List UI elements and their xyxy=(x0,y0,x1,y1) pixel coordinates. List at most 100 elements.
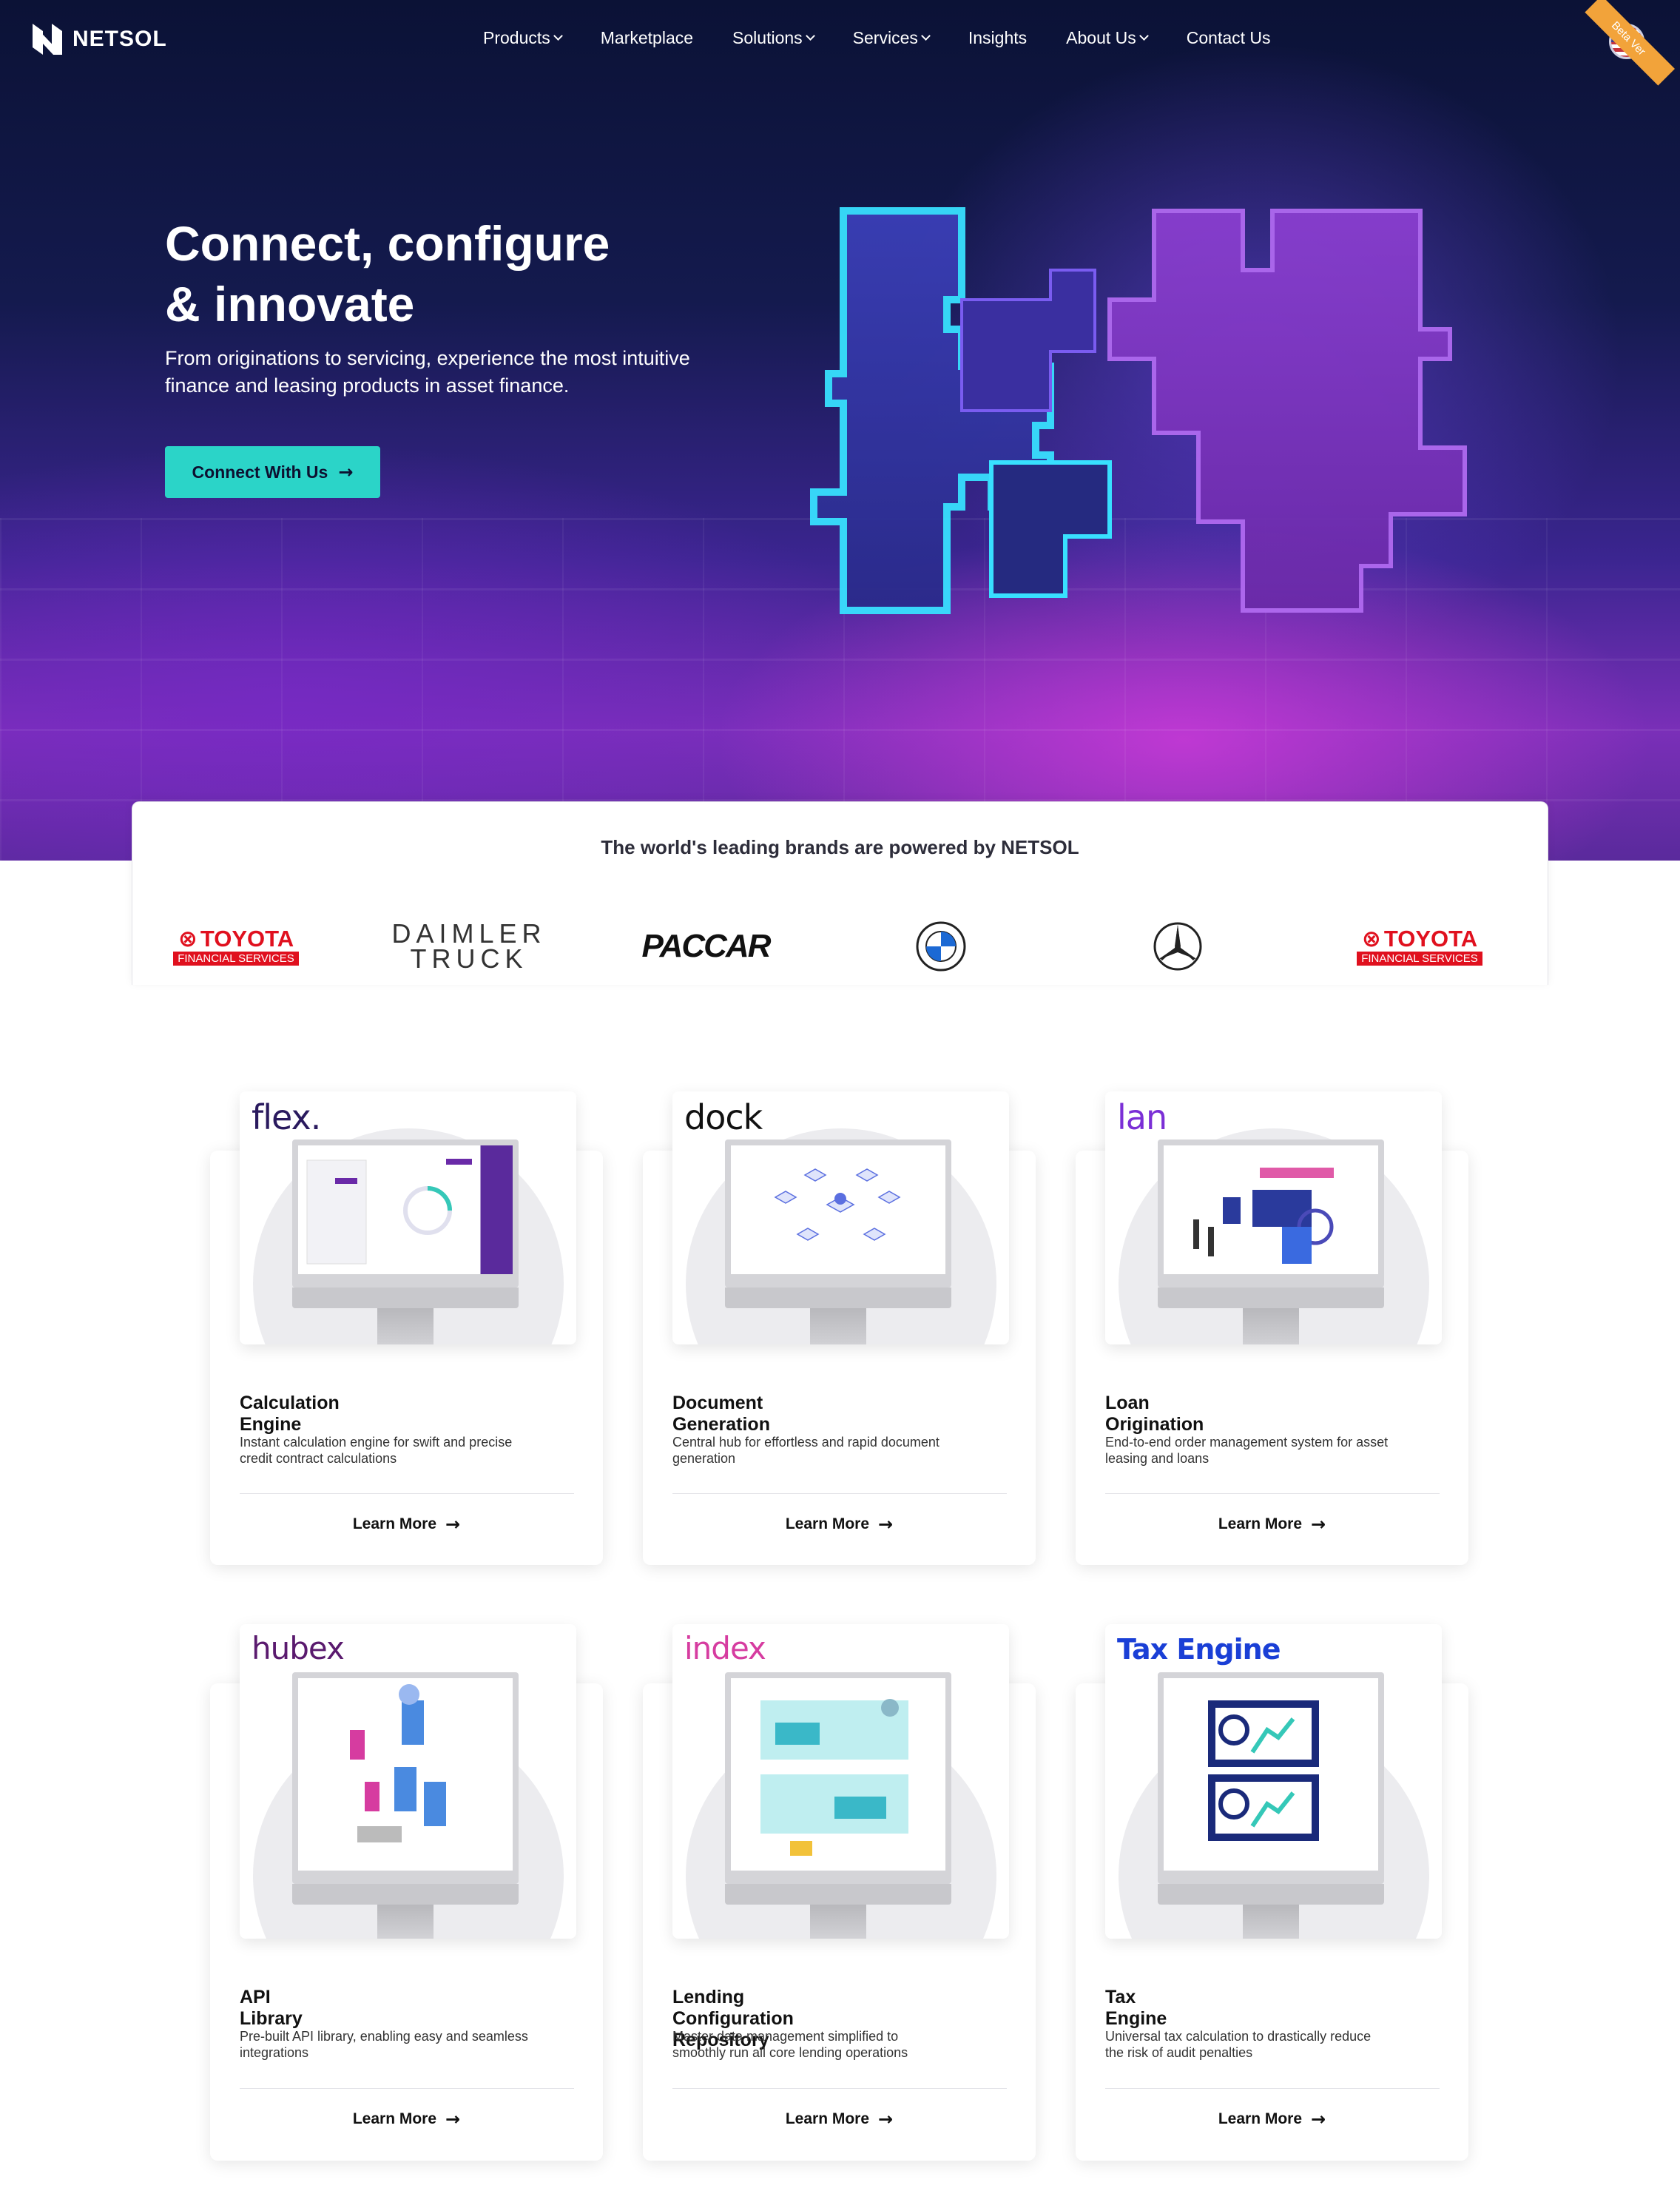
product-description: Central hub for effortless and rapid doc… xyxy=(672,1434,1009,1467)
desc-line: the risk of audit penalties xyxy=(1105,2045,1253,2060)
product-screenshot: hubex xyxy=(240,1624,576,1939)
monitor-chin xyxy=(725,1884,951,1905)
brands-title: The world's leading brands are powered b… xyxy=(601,836,1079,858)
toyota-logo: ⊗ TOYOTA FINANCIAL SERVICES xyxy=(169,920,303,972)
bmw-emblem-icon xyxy=(916,921,966,972)
learn-more-link[interactable]: Learn More → xyxy=(643,2109,1036,2130)
hero-title-line: Connect, configure xyxy=(165,216,610,271)
calculator-ui-illustration xyxy=(306,1159,472,1265)
monitor-screen xyxy=(298,1678,513,1871)
product-screenshot: flex. xyxy=(240,1091,576,1344)
monitor-stand xyxy=(810,1308,866,1344)
chevron-down-icon xyxy=(553,31,563,41)
menu-item-contact-us[interactable]: Contact Us xyxy=(1187,28,1271,48)
product-screenshot: dock xyxy=(672,1091,1009,1344)
learn-more-link[interactable]: Learn More → xyxy=(1076,2109,1468,2130)
desc-line: credit contract calculations xyxy=(240,1451,397,1466)
desc-line: integrations xyxy=(240,2045,309,2060)
learn-more-label: Learn More xyxy=(352,1515,437,1532)
arrow-right-icon: → xyxy=(1311,2109,1326,2130)
monitor-icon xyxy=(725,1140,951,1287)
monitor-icon xyxy=(292,1672,519,1884)
index-brand-logo: index xyxy=(684,1630,766,1666)
learn-more-link[interactable]: Learn More → xyxy=(210,1514,603,1535)
monitor-chin xyxy=(1158,1287,1384,1308)
desc-line: End-to-end order management system for a… xyxy=(1105,1435,1389,1450)
learn-more-link[interactable]: Learn More → xyxy=(1076,1514,1468,1535)
arrow-right-icon: → xyxy=(445,2109,461,2130)
daimler-line: TRUCK xyxy=(410,943,528,974)
menu-item-services[interactable]: Services xyxy=(853,28,931,48)
card-divider xyxy=(672,1493,1007,1494)
monitor-icon xyxy=(725,1672,951,1884)
daimler-truck-logo: DAIMLER TRUCK xyxy=(391,920,541,974)
toyota-text: TOYOTA xyxy=(1383,925,1478,952)
beta-ribbon: Beta Ver xyxy=(1585,0,1675,86)
netsol-logo[interactable]: NETSOL xyxy=(33,24,167,55)
monitor-chin xyxy=(725,1287,951,1308)
monitor-screen xyxy=(298,1145,513,1274)
learn-more-label: Learn More xyxy=(352,2110,437,2127)
desc-line: Universal tax calculation to drastically… xyxy=(1105,2029,1372,2044)
learn-more-link[interactable]: Learn More → xyxy=(210,2109,603,2130)
toyota-emblem-icon: ⊗ xyxy=(1361,925,1381,952)
menu-label: Marketplace xyxy=(600,28,694,47)
product-screenshot: Tax Engine xyxy=(1105,1624,1442,1939)
product-title: Tax Engine xyxy=(1105,1987,1167,2029)
monitor-stand xyxy=(377,1308,434,1344)
hero-subtitle-line: From originations to servicing, experien… xyxy=(165,347,690,369)
product-description: Instant calculation engine for swift and… xyxy=(240,1434,576,1467)
tax-engine-brand-logo: Tax Engine xyxy=(1117,1633,1281,1666)
arrow-right-icon: → xyxy=(878,2109,894,2130)
menu-item-about-us[interactable]: About Us xyxy=(1066,28,1149,48)
monitor-screen xyxy=(731,1145,945,1274)
arrow-right-icon: → xyxy=(445,1514,461,1535)
menu-item-marketplace[interactable]: Marketplace xyxy=(601,28,693,48)
toyota-subtitle: FINANCIAL SERVICES xyxy=(173,951,299,966)
paccar-logo: PACCAR xyxy=(641,928,772,964)
toyota-text: TOYOTA xyxy=(200,925,294,952)
monitor-chin xyxy=(292,1287,519,1308)
desc-line: Central hub for effortless and rapid doc… xyxy=(672,1435,939,1450)
mercedes-star-icon xyxy=(1153,922,1202,971)
puzzle-illustration xyxy=(810,207,1467,614)
monitor-stand xyxy=(377,1905,434,1939)
logo-text: NETSOL xyxy=(72,27,167,51)
card-divider xyxy=(240,2088,574,2089)
product-title: API Library xyxy=(240,1987,303,2029)
mercedes-logo xyxy=(1152,920,1204,972)
monitor-stand xyxy=(810,1905,866,1939)
desc-line: Master data management simplified to xyxy=(672,2029,899,2044)
menu-item-products[interactable]: Products xyxy=(483,28,563,48)
api-library-illustration xyxy=(350,1684,446,1842)
hero-subtitle-line: finance and leasing products in asset fi… xyxy=(165,374,570,397)
menu-label: About Us xyxy=(1066,28,1136,47)
product-description: End-to-end order management system for a… xyxy=(1105,1434,1442,1467)
arrow-right-icon: → xyxy=(878,1514,894,1535)
repository-illustration xyxy=(760,1699,908,1856)
toyota-emblem-icon: ⊗ xyxy=(178,925,198,952)
arrow-right-icon: → xyxy=(338,462,354,482)
card-divider xyxy=(672,2088,1007,2089)
menu-item-insights[interactable]: Insights xyxy=(968,28,1027,48)
learn-more-label: Learn More xyxy=(785,2110,870,2127)
daimler-line: DAIMLER xyxy=(391,918,547,949)
menu-item-solutions[interactable]: Solutions xyxy=(732,28,815,48)
menu-label: Products xyxy=(483,28,550,47)
flex-brand-logo: flex. xyxy=(252,1097,321,1137)
card-divider xyxy=(1105,2088,1440,2089)
monitor-icon xyxy=(292,1140,519,1287)
documents-network-illustration xyxy=(774,1168,901,1241)
chevron-down-icon xyxy=(921,31,931,41)
card-divider xyxy=(240,1493,574,1494)
product-screenshot: lan xyxy=(1105,1091,1442,1344)
connect-with-us-button[interactable]: Connect With Us → xyxy=(165,446,380,498)
learn-more-link[interactable]: Learn More → xyxy=(643,1514,1036,1535)
cta-label: Connect With Us xyxy=(192,462,328,482)
chevron-down-icon xyxy=(1138,31,1149,41)
product-title: Document Generation xyxy=(672,1393,770,1435)
netsol-logo-icon xyxy=(33,24,62,55)
learn-more-label: Learn More xyxy=(1218,2110,1303,2127)
monitor-chin xyxy=(1158,1884,1384,1905)
desc-line: Instant calculation engine for swift and… xyxy=(240,1435,513,1450)
